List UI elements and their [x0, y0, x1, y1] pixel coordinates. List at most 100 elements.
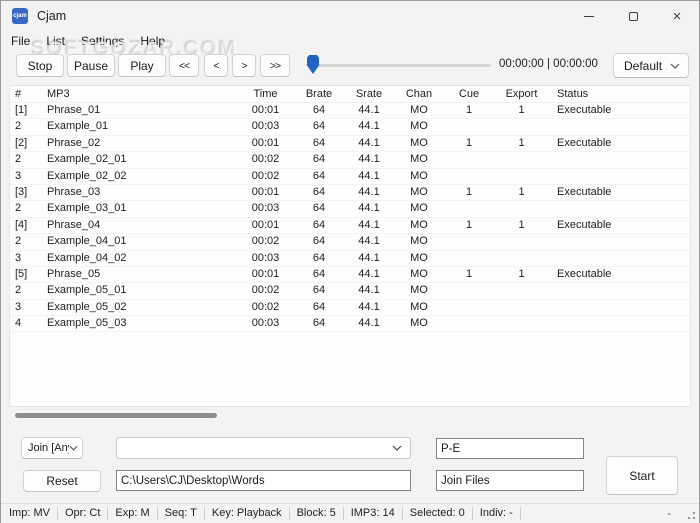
resize-grip-icon[interactable]: [693, 517, 695, 519]
step-forward-button[interactable]: >: [232, 54, 256, 77]
column-header-srate[interactable]: Srate: [344, 86, 394, 102]
cell-mp3: Example_04_01: [47, 235, 127, 248]
pattern-input[interactable]: [436, 438, 584, 459]
table-row[interactable]: 2 Example_02_01 00:02 64 44.1 MO: [10, 152, 690, 169]
cell-export: [494, 300, 549, 315]
cell-cue: [444, 283, 494, 298]
cell-mp3: Example_02_02: [47, 169, 127, 182]
preset-value: Default: [624, 58, 663, 73]
table-row[interactable]: 2 Example_05_01 00:02 64 44.1 MO: [10, 283, 690, 300]
horizontal-scrollbar[interactable]: [15, 413, 217, 418]
cell-srate: 44.1: [358, 202, 380, 215]
cell-time: 00:01: [251, 104, 280, 116]
start-button[interactable]: Start: [606, 456, 678, 495]
cell-export: 1: [518, 136, 525, 149]
cell-time: 00:02: [251, 169, 280, 182]
cell-mp3: Phrase_02: [47, 136, 101, 149]
cell-brate: 64: [312, 218, 326, 231]
table-row[interactable]: 3 Example_05_02 00:02 64 44.1 MO: [10, 300, 690, 317]
fast-forward-button[interactable]: >>: [260, 54, 290, 77]
column-header-brate[interactable]: Brate: [294, 86, 344, 102]
cell-chan: MO: [410, 251, 428, 264]
cell-status: [549, 300, 690, 315]
table-row[interactable]: [2] Phrase_02 00:01 64 44.1 MO 1 1 Executable: [10, 136, 690, 153]
status-item-opr: Opr: Ct: [58, 507, 109, 520]
cell-cue: [444, 152, 494, 167]
cell-time: 00:03: [251, 202, 280, 215]
app-icon: cjam: [12, 8, 28, 24]
cell-time: 00:01: [251, 267, 280, 280]
cell-brate: 64: [312, 267, 326, 280]
cell-cue: 1: [465, 267, 473, 280]
table-row[interactable]: [4] Phrase_04 00:01 64 44.1 MO 1 1 Executable: [10, 218, 690, 235]
table-row[interactable]: 3 Example_04_02 00:03 64 44.1 MO: [10, 251, 690, 267]
file-combo-box[interactable]: [116, 437, 411, 459]
cell-time: 00:01: [251, 218, 280, 231]
cell-export: 1: [518, 267, 525, 280]
mp3-table-header: # MP3 Time Brate Srate Chan Cue Export Status: [10, 86, 690, 103]
column-header-num[interactable]: #: [10, 86, 38, 102]
cell-num: 2: [15, 235, 22, 248]
column-header-mp3[interactable]: MP3: [38, 86, 237, 102]
minimize-button[interactable]: [567, 1, 611, 31]
cell-srate: 44.1: [358, 185, 380, 198]
seek-slider-track[interactable]: [310, 64, 491, 67]
column-header-export[interactable]: Export: [494, 86, 549, 102]
join-mode-dropdown[interactable]: Join [Any P: [21, 437, 83, 459]
cell-status: [549, 234, 690, 249]
table-row[interactable]: 3 Example_02_02 00:02 64 44.1 MO: [10, 169, 690, 185]
cell-mp3: Example_02_01: [47, 153, 127, 166]
preset-dropdown[interactable]: Default: [613, 53, 689, 78]
cell-export: 1: [518, 185, 525, 198]
cell-brate: 64: [312, 104, 326, 116]
table-row[interactable]: [1] Phrase_01 00:01 64 44.1 MO 1 1 Executable: [10, 103, 690, 120]
table-row[interactable]: 2 Example_04_01 00:02 64 44.1 MO: [10, 234, 690, 251]
table-row[interactable]: 2 Example_01 00:03 64 44.1 MO: [10, 119, 690, 136]
status-right-value: -: [667, 508, 671, 520]
cell-brate: 64: [312, 202, 326, 215]
output-path-input[interactable]: [116, 470, 411, 491]
pause-button[interactable]: Pause: [67, 54, 115, 77]
cell-brate: 64: [312, 300, 326, 313]
cell-brate: 64: [312, 120, 326, 133]
column-header-time[interactable]: Time: [237, 86, 294, 102]
cell-num: 3: [15, 251, 22, 264]
maximize-button[interactable]: [611, 1, 655, 31]
cell-chan: MO: [410, 185, 428, 198]
table-row[interactable]: 4 Example_05_03 00:03 64 44.1 MO: [10, 316, 690, 333]
cell-num: 3: [15, 300, 22, 313]
cell-status: [549, 316, 690, 331]
table-row[interactable]: [3] Phrase_03 00:01 64 44.1 MO 1 1 Executable: [10, 185, 690, 202]
cell-brate: 64: [312, 169, 326, 182]
rewind-button[interactable]: <<: [169, 54, 199, 77]
cell-export: 1: [518, 104, 525, 116]
close-button[interactable]: ×: [655, 1, 699, 31]
play-button[interactable]: Play: [118, 54, 166, 77]
cell-export: [494, 201, 549, 216]
cell-mp3: Phrase_04: [47, 218, 101, 231]
status-item-exp: Exp: M: [108, 507, 158, 520]
join-files-input[interactable]: [436, 470, 584, 491]
cell-srate: 44.1: [358, 317, 380, 330]
chevron-down-icon: [670, 63, 680, 69]
status-item-selected: Selected: 0: [403, 507, 473, 520]
cell-num: 2: [15, 202, 22, 215]
column-header-cue[interactable]: Cue: [444, 86, 494, 102]
reset-button[interactable]: Reset: [23, 470, 101, 492]
column-header-status[interactable]: Status: [549, 86, 690, 102]
cell-time: 00:02: [251, 300, 280, 313]
step-back-button[interactable]: <: [204, 54, 228, 77]
table-row[interactable]: [5] Phrase_05 00:01 64 44.1 MO 1 1 Executable: [10, 267, 690, 284]
cell-srate: 44.1: [358, 218, 380, 231]
cell-cue: [444, 234, 494, 249]
chevron-down-icon: [69, 445, 78, 451]
status-item-block: Block: 5: [290, 507, 344, 520]
table-row[interactable]: 2 Example_03_01 00:03 64 44.1 MO: [10, 201, 690, 218]
cell-cue: 1: [465, 136, 473, 149]
seek-slider-thumb[interactable]: [307, 55, 319, 74]
cell-srate: 44.1: [358, 284, 380, 297]
cell-status: [549, 152, 690, 167]
status-item-imp: Imp: MV: [1, 507, 58, 520]
column-header-chan[interactable]: Chan: [394, 86, 444, 102]
stop-button[interactable]: Stop: [16, 54, 64, 77]
